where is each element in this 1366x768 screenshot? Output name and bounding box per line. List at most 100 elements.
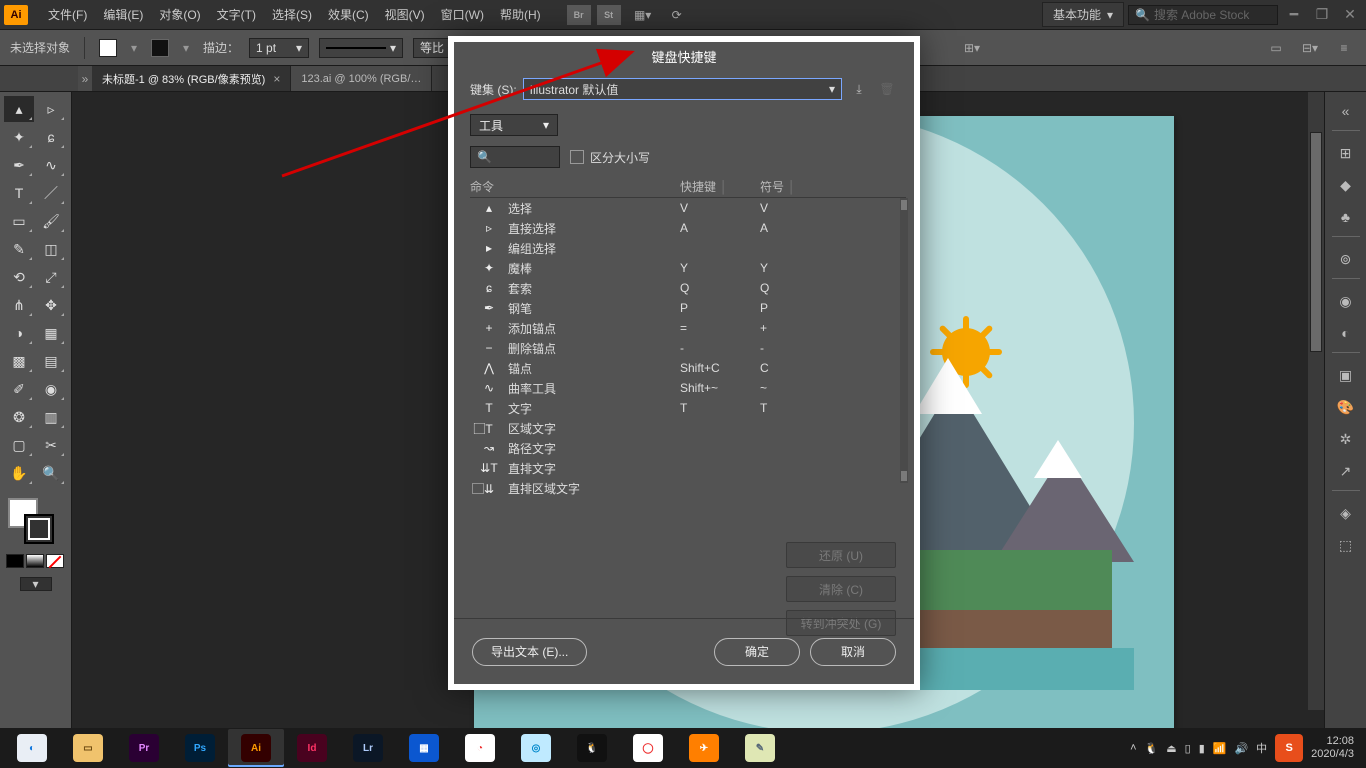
arrange-docs-icon[interactable]: ▦▾ (631, 5, 655, 25)
mode-color[interactable] (6, 554, 24, 568)
export-text-button[interactable]: 导出文本 (E)... (472, 638, 587, 666)
table-row[interactable]: ✦魔棒YY (470, 258, 906, 278)
table-scrollbar[interactable] (900, 198, 908, 483)
taskbar-app[interactable]: ✈ (676, 729, 732, 767)
taskbar-app[interactable]: 🐧 (564, 729, 620, 767)
table-row[interactable]: T文字TT (470, 398, 906, 418)
menu-help[interactable]: 帮助(H) (492, 2, 549, 27)
tool-selection[interactable]: ▴ (4, 96, 34, 122)
stock-icon[interactable]: St (597, 5, 621, 25)
doc-setup-icon[interactable]: ▭ (1264, 38, 1288, 58)
doc-tab-1[interactable]: 未标题-1 @ 83% (RGB/像素预览) × (92, 66, 291, 91)
panel-properties-icon[interactable]: ⊞ (1332, 140, 1360, 166)
save-set-icon[interactable]: ⤓ (848, 78, 870, 100)
tool-scale[interactable]: ⤢ (36, 264, 66, 290)
table-row[interactable]: ↝路径文字 (470, 438, 906, 458)
panel-symbols-icon[interactable]: ✲ (1332, 426, 1360, 452)
fill-drop[interactable]: ▾ (127, 41, 141, 55)
taskbar-app[interactable]: ◔ (452, 729, 508, 767)
panel-libraries-icon[interactable]: ♣ (1332, 204, 1360, 230)
system-tray[interactable]: ˄ 🐧 ⏏ ▯ ▮ 📶 🔊 中 S 12:08 2020/4/3 (1130, 734, 1362, 762)
dock-expand-icon[interactable]: « (1332, 98, 1360, 124)
tool-blend[interactable]: ◉ (36, 376, 66, 402)
taskbar-app[interactable]: ▭ (60, 729, 116, 767)
table-row[interactable]: ⋀锚点Shift+CC (470, 358, 906, 378)
case-sensitive-check[interactable]: 区分大小写 (570, 149, 650, 166)
tool-eraser[interactable]: ◫ (36, 236, 66, 262)
table-row[interactable]: ɕ套索QQ (470, 278, 906, 298)
tool-curvature[interactable]: ∿ (36, 152, 66, 178)
menu-window[interactable]: 窗口(W) (433, 2, 492, 27)
doc-tab-2[interactable]: 123.ai @ 100% (RGB/… (291, 66, 432, 91)
panel-menu-icon[interactable]: ≡ (1332, 38, 1356, 58)
tool-direct-select[interactable]: ▹ (36, 96, 66, 122)
tabs-expand[interactable]: » (78, 66, 92, 91)
panel-stroke-icon[interactable]: ◈ (1332, 500, 1360, 526)
table-row[interactable]: ▹直接选择AA (470, 218, 906, 238)
panel-color-icon[interactable]: ◉ (1332, 288, 1360, 314)
prefs-icon[interactable]: ⊟▾ (1298, 38, 1322, 58)
align-icon[interactable]: ⊞▾ (960, 38, 984, 58)
menu-edit[interactable]: 编辑(E) (95, 2, 151, 27)
panel-guide-icon[interactable]: ◐ (1332, 320, 1360, 346)
table-row[interactable]: −删除锚点-- (470, 338, 906, 358)
taskbar-app[interactable]: ◎ (508, 729, 564, 767)
screen-mode[interactable]: ▾ (20, 577, 52, 591)
doc-tab-1-close[interactable]: × (273, 72, 280, 86)
tool-free[interactable]: ✥ (36, 292, 66, 318)
tool-symbol[interactable]: ❂ (4, 404, 34, 430)
tool-type[interactable]: T (4, 180, 34, 206)
color-well[interactable] (2, 496, 69, 552)
taskbar-app[interactable]: ◐ (4, 729, 60, 767)
table-row[interactable]: ⇊T直排文字 (470, 458, 906, 478)
mode-gradient[interactable] (26, 554, 44, 568)
tool-eyedrop[interactable]: ✐ (4, 376, 34, 402)
panel-cc-icon[interactable]: ⊚ (1332, 246, 1360, 272)
stroke-weight-input[interactable]: 1 pt▾ (249, 38, 309, 58)
taskbar-app[interactable]: ▦ (396, 729, 452, 767)
tray-clock[interactable]: 12:08 2020/4/3 (1311, 735, 1354, 761)
table-row[interactable]: ✒钢笔PP (470, 298, 906, 318)
tool-width[interactable]: ⋔ (4, 292, 34, 318)
table-row[interactable]: ▴选择VV (470, 198, 906, 218)
panel-export-icon[interactable]: ↗ (1332, 458, 1360, 484)
stock-search[interactable]: 🔍 搜索 Adobe Stock (1128, 5, 1278, 25)
tray-usb-icon[interactable]: ⏏ (1166, 742, 1176, 755)
tray-volume-icon[interactable]: 🔊 (1234, 742, 1248, 755)
tool-artboard[interactable]: ▢ (4, 432, 34, 458)
table-row[interactable]: ⃞⇊直排区域文字 (470, 478, 906, 498)
tray-sogou-icon[interactable]: S (1275, 734, 1303, 762)
tool-brush[interactable]: 🖌 (36, 208, 66, 234)
window-close[interactable]: ✕ (1338, 6, 1362, 23)
tool-perspective[interactable]: ▦ (36, 320, 66, 346)
taskbar-app[interactable]: Pr (116, 729, 172, 767)
panel-layers-icon[interactable]: ◆ (1332, 172, 1360, 198)
taskbar-app[interactable]: ◯ (620, 729, 676, 767)
menu-effect[interactable]: 效果(C) (320, 2, 377, 27)
window-restore[interactable]: ❐ (1310, 6, 1334, 23)
window-minimize[interactable]: ━ (1282, 6, 1306, 23)
taskbar-app[interactable]: Lr (340, 729, 396, 767)
tray-network-icon[interactable]: ▮ (1199, 742, 1205, 755)
stroke-swatch[interactable] (151, 39, 169, 57)
tool-lasso[interactable]: ɕ (36, 124, 66, 150)
fill-swatch[interactable] (99, 39, 117, 57)
stroke-drop[interactable]: ▾ (179, 41, 193, 55)
taskbar-app[interactable]: Id (284, 729, 340, 767)
menu-file[interactable]: 文件(F) (40, 2, 95, 27)
tray-ime[interactable]: 中 (1256, 740, 1267, 756)
taskbar-app[interactable]: Ps (172, 729, 228, 767)
table-row[interactable]: ▸编组选择 (470, 238, 906, 258)
tool-shape-builder[interactable]: ◑ (4, 320, 34, 346)
tray-wifi-icon[interactable]: 📶 (1213, 742, 1227, 755)
mode-none[interactable] (46, 554, 64, 568)
cancel-button[interactable]: 取消 (810, 638, 896, 666)
tool-graph[interactable]: ▥ (36, 404, 66, 430)
table-row[interactable]: +添加锚点=+ (470, 318, 906, 338)
workspace-switcher[interactable]: 基本功能 ▾ (1042, 2, 1124, 27)
menu-select[interactable]: 选择(S) (264, 2, 320, 27)
menu-type[interactable]: 文字(T) (209, 2, 264, 27)
keyset-select[interactable]: Illustrator 默认值 ▾ (523, 78, 842, 100)
panel-swatches-icon[interactable]: ▣ (1332, 362, 1360, 388)
tool-pen[interactable]: ✒ (4, 152, 34, 178)
